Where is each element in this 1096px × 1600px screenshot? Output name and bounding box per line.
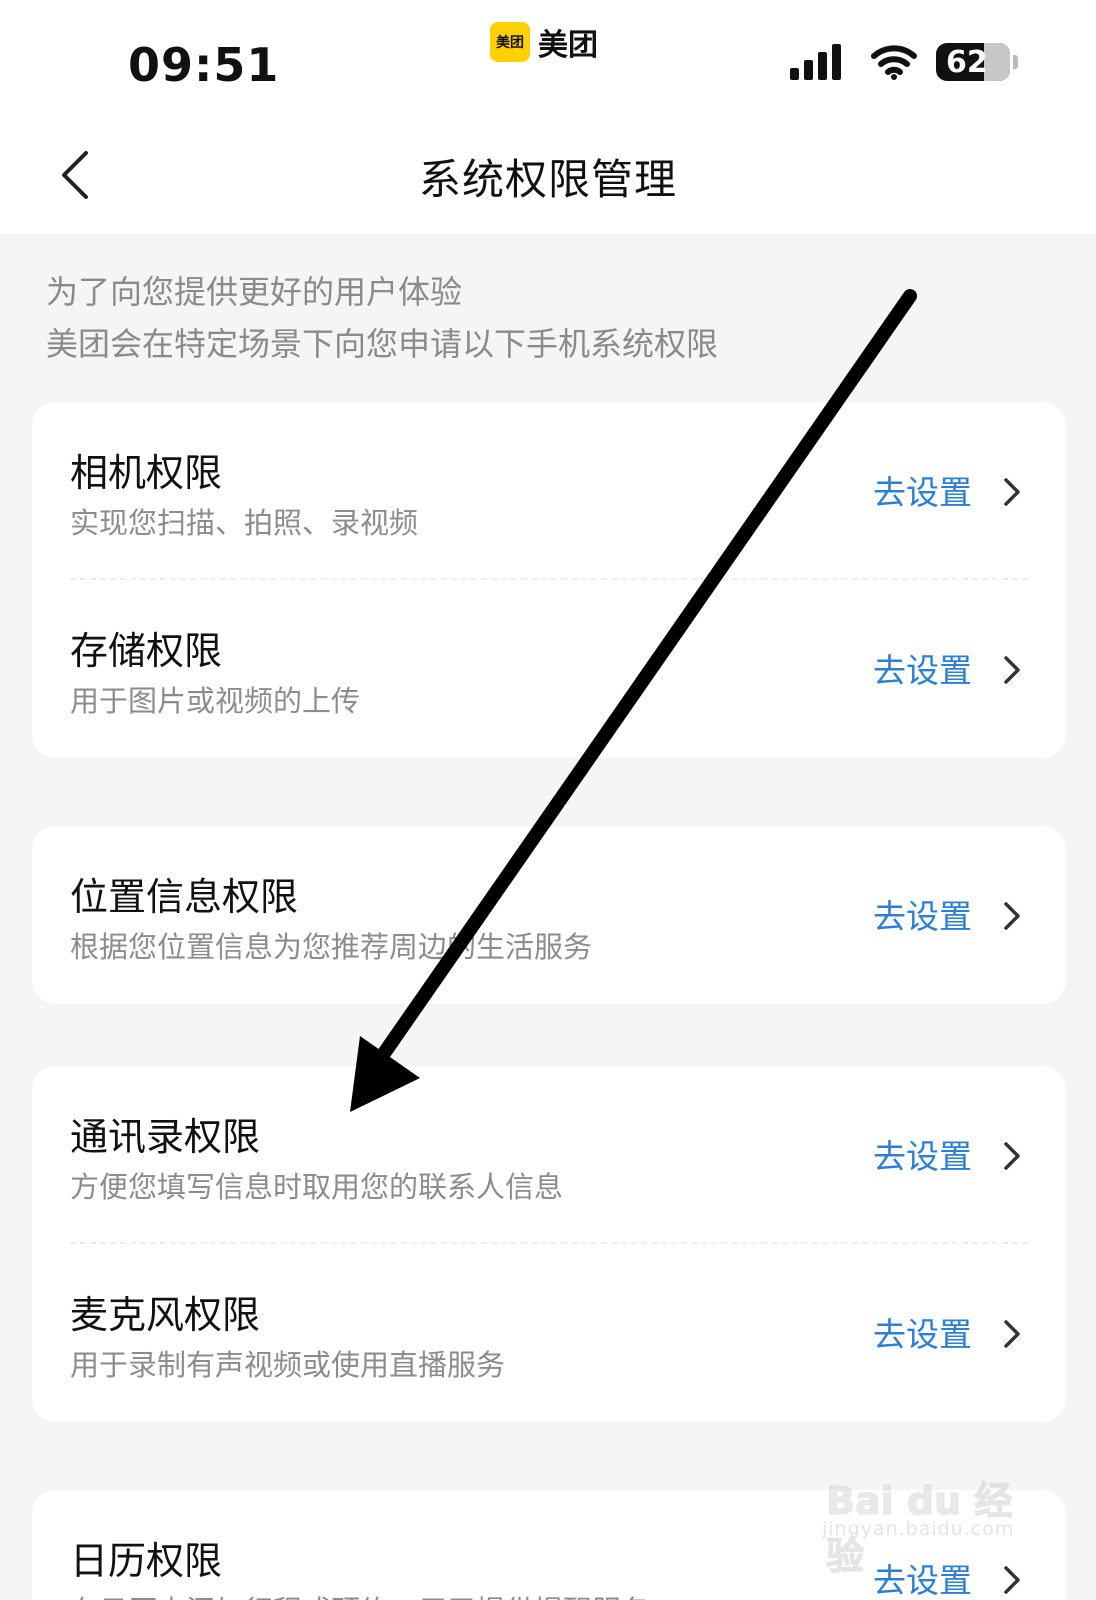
- battery-icon: 62: [936, 43, 1018, 81]
- chevron-right-icon: [1004, 656, 1020, 684]
- permission-desc: 在日历中添加行程或预约，用于提供提醒服务: [70, 1588, 650, 1600]
- go-settings-link[interactable]: 去设置: [873, 466, 972, 514]
- intro-text: 为了向您提供更好的用户体验 美团会在特定场景下向您申请以下手机系统权限: [46, 266, 718, 370]
- intro-line-1: 为了向您提供更好的用户体验: [46, 273, 463, 311]
- permission-row-contacts[interactable]: 通讯录权限 方便您填写信息时取用您的联系人信息 去设置: [32, 1066, 1066, 1244]
- signal-icon: [790, 44, 846, 80]
- battery-level: 62: [946, 44, 988, 80]
- go-settings-link[interactable]: 去设置: [873, 1130, 972, 1178]
- go-settings-link[interactable]: 去设置: [873, 644, 972, 692]
- chevron-right-icon: [1004, 478, 1020, 506]
- app-indicator: 美团 美团: [490, 20, 598, 64]
- permission-title: 相机权限: [70, 451, 223, 495]
- app-name: 美团: [538, 28, 598, 63]
- permission-title: 日历权限: [70, 1539, 223, 1583]
- permission-title: 麦克风权限: [70, 1293, 261, 1337]
- page-title: 系统权限管理: [418, 155, 677, 204]
- wifi-icon: [871, 45, 917, 80]
- permission-card: 通讯录权限 方便您填写信息时取用您的联系人信息 去设置 麦克风权限 用于录制有声…: [32, 1066, 1066, 1422]
- permission-row-location[interactable]: 位置信息权限 根据您位置信息为您推荐周边的生活服务 去设置: [32, 826, 1066, 1004]
- permission-card: 位置信息权限 根据您位置信息为您推荐周边的生活服务 去设置: [32, 826, 1066, 1004]
- permission-desc: 实现您扫描、拍照、录视频: [70, 506, 419, 540]
- permission-desc: 根据您位置信息为您推荐周边的生活服务: [70, 930, 593, 964]
- top-bar: 09:51 美团 美团 62 系统权限管理: [0, 0, 1096, 234]
- permission-desc: 用于图片或视频的上传: [70, 684, 361, 718]
- meituan-logo-icon: 美团: [490, 22, 530, 62]
- permission-title: 通讯录权限: [70, 1115, 261, 1159]
- status-time: 09:51: [128, 38, 280, 92]
- permission-title: 存储权限: [70, 629, 223, 673]
- chevron-right-icon: [1004, 902, 1020, 930]
- watermark-url: jingyan.baidu.com: [822, 1518, 1015, 1540]
- go-settings-link[interactable]: 去设置: [873, 890, 972, 938]
- baidu-jingyan-watermark: Bai du 经验 jingyan.baidu.com: [822, 1450, 1032, 1579]
- permission-title: 位置信息权限: [70, 875, 299, 919]
- chevron-right-icon: [1004, 1142, 1020, 1170]
- go-settings-link[interactable]: 去设置: [873, 1308, 972, 1356]
- chevron-right-icon: [1004, 1320, 1020, 1348]
- permission-desc: 用于录制有声视频或使用直播服务: [70, 1348, 506, 1382]
- intro-line-2: 美团会在特定场景下向您申请以下手机系统权限: [46, 325, 719, 363]
- permission-row-microphone[interactable]: 麦克风权限 用于录制有声视频或使用直播服务 去设置: [32, 1244, 1066, 1422]
- permission-card: 相机权限 实现您扫描、拍照、录视频 去设置 存储权限 用于图片或视频的上传 去设…: [32, 402, 1066, 758]
- status-icons: 62: [790, 42, 1018, 82]
- permission-row-storage[interactable]: 存储权限 用于图片或视频的上传 去设置: [32, 580, 1066, 758]
- permission-desc: 方便您填写信息时取用您的联系人信息: [70, 1170, 564, 1204]
- permission-row-camera[interactable]: 相机权限 实现您扫描、拍照、录视频 去设置: [32, 402, 1066, 580]
